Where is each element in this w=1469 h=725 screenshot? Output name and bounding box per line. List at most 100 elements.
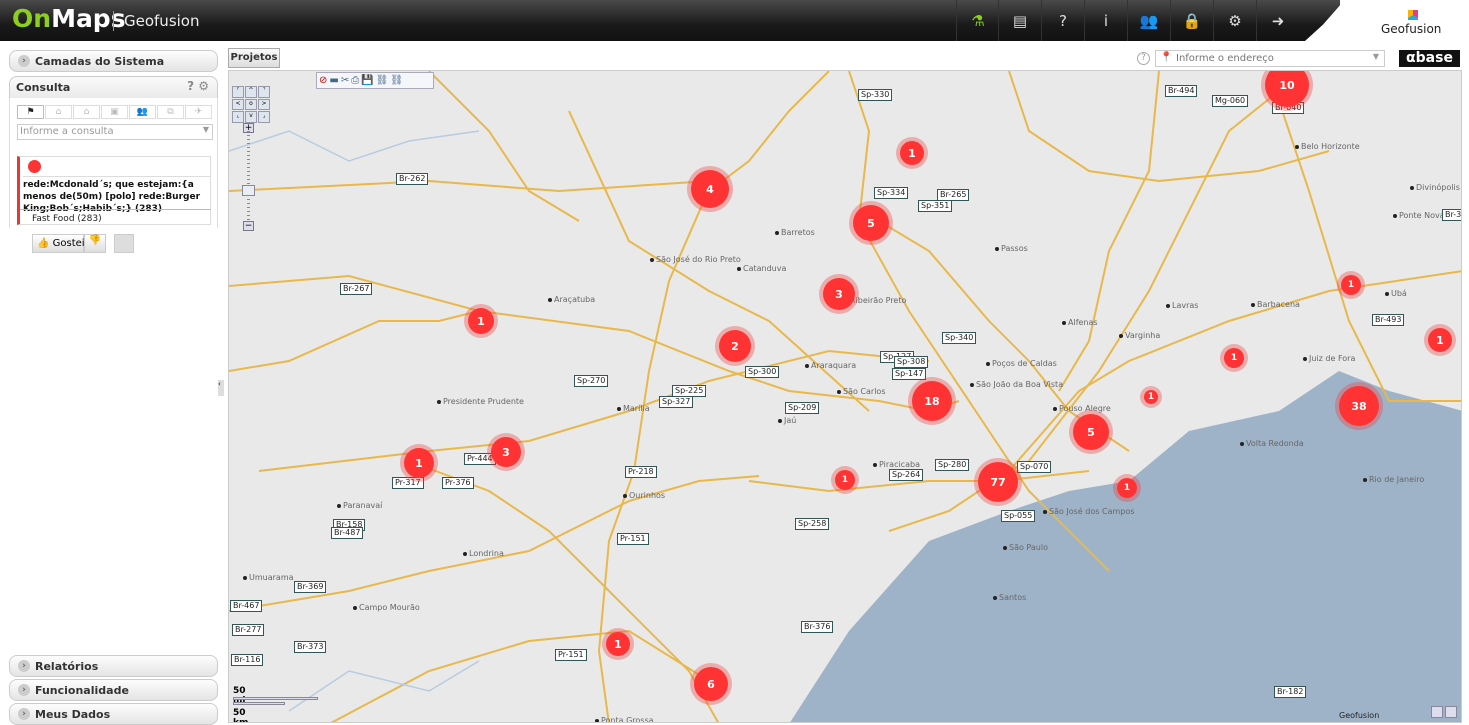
scale-km: 50 km xyxy=(233,708,249,723)
print-icon[interactable]: ⎙ xyxy=(351,75,359,86)
city-label: Umuarama xyxy=(243,573,294,582)
help-button[interactable]: ? xyxy=(1041,0,1084,41)
help-icon[interactable]: ? xyxy=(187,79,194,93)
road xyxy=(1058,71,1160,392)
cluster-marker[interactable]: 1 xyxy=(1224,348,1244,368)
camadas-do-sistema-panel[interactable]: › Camadas do Sistema xyxy=(9,50,218,72)
cluster-marker[interactable]: 2 xyxy=(719,330,751,362)
query-tab-house-icon[interactable]: ⌂ xyxy=(73,105,100,119)
city-label: Rio de Janeiro xyxy=(1362,475,1425,484)
zoom-box-icon[interactable]: ✂ xyxy=(341,75,349,86)
cluster-marker[interactable]: 5 xyxy=(853,205,889,241)
road-shield: Sp-340 xyxy=(942,332,977,344)
gear-icon[interactable]: ⚙ xyxy=(198,79,209,93)
road-shield: Sp-280 xyxy=(935,459,970,471)
funcionalidade-panel[interactable]: › Funcionalidade xyxy=(9,679,218,701)
pan-button[interactable]: ⌟ xyxy=(258,111,270,123)
consulta-title: Consulta xyxy=(16,81,71,94)
pan-button[interactable]: o xyxy=(245,98,257,111)
city-label: Passos xyxy=(995,244,1028,253)
query-tab-people-icon[interactable]: 👥 xyxy=(129,105,156,119)
river xyxy=(229,130,480,162)
info-button[interactable]: i xyxy=(1084,0,1127,41)
address-placeholder: Informe o endereço xyxy=(1176,53,1274,64)
query-tab-plane-icon[interactable]: ✈ xyxy=(185,105,212,119)
city-label: Ribeirão Preto xyxy=(843,296,907,305)
layer-switch-button[interactable] xyxy=(1431,706,1443,718)
cluster-marker[interactable]: 77 xyxy=(978,462,1018,502)
map-canvas[interactable]: Belo Horizonte Divinópolis Ponte Nova Barre… xyxy=(228,70,1462,723)
zoom-out-button[interactable]: − xyxy=(243,221,254,231)
link-icon[interactable]: ⛓ xyxy=(376,75,389,86)
query-tab-map-icon[interactable]: ⧉ xyxy=(157,105,184,119)
zoom-track[interactable] xyxy=(247,131,250,223)
users-button[interactable]: 👥 xyxy=(1127,0,1170,41)
measure-icon[interactable]: ▬ xyxy=(329,75,338,86)
collapse-sidebar-handle[interactable]: ‹ xyxy=(218,380,224,396)
pan-button[interactable]: > xyxy=(258,98,270,111)
cluster-marker[interactable]: 6 xyxy=(694,667,728,701)
map-background xyxy=(229,71,1461,722)
road-shield: Br-373 xyxy=(294,641,327,653)
query-result-card[interactable]: rede:Mcdonald´s; que estejam:{a menos de… xyxy=(17,156,211,225)
panel-label: Funcionalidade xyxy=(35,683,129,697)
query-tab-gift-icon[interactable]: ▣ xyxy=(101,105,128,119)
pan-button[interactable]: ^ xyxy=(245,86,257,98)
road-shield: Sp-300 xyxy=(745,366,780,378)
meus-dados-panel[interactable]: › Meus Dados xyxy=(9,703,218,725)
zoom-slider[interactable]: + − xyxy=(242,123,255,231)
save-icon[interactable]: 💾 xyxy=(361,75,373,86)
road-shield: Br-277 xyxy=(232,624,265,636)
cluster-marker[interactable]: 3 xyxy=(491,437,521,467)
unlink-icon[interactable]: ⛓ xyxy=(390,75,403,86)
pan-button[interactable]: ⌝ xyxy=(258,86,270,98)
logout-arrow-button[interactable]: ➜ xyxy=(1256,0,1299,41)
like-button[interactable]: 👍 Gostei xyxy=(32,234,85,253)
comment-button[interactable] xyxy=(114,234,134,253)
query-tab-home-icon[interactable]: ⌂ xyxy=(45,105,72,119)
query-tab-flag-icon[interactable]: ⚑ xyxy=(17,105,44,119)
city-label: Marília xyxy=(617,404,650,413)
cluster-marker[interactable]: 38 xyxy=(1339,386,1379,426)
cluster-marker[interactable]: 1 xyxy=(468,308,494,334)
cluster-marker[interactable]: 4 xyxy=(691,170,729,208)
cluster-marker[interactable]: 3 xyxy=(823,278,855,310)
thumbs-down-icon: 👎 xyxy=(88,235,102,246)
lock-button[interactable]: 🔒 xyxy=(1170,0,1213,41)
cluster-marker[interactable]: 1 xyxy=(1341,275,1361,295)
city-label: Volta Redonda xyxy=(1240,439,1304,448)
cluster-marker[interactable]: 1 xyxy=(1428,328,1452,352)
cluster-marker[interactable]: 1 xyxy=(835,470,855,490)
projetos-button[interactable]: Projetos xyxy=(228,48,280,68)
cluster-marker[interactable]: 1 xyxy=(606,632,630,656)
dislike-button[interactable]: 👎 xyxy=(84,234,106,253)
cluster-marker[interactable]: 1 xyxy=(404,448,434,478)
pan-button[interactable]: ⌜ xyxy=(232,86,244,98)
address-search-input[interactable]: 📍 Informe o endereço ▼ xyxy=(1155,50,1385,67)
category-fast-food[interactable]: Fast Food (283) xyxy=(20,209,211,224)
city-label: Araçatuba xyxy=(547,295,596,304)
pan-button[interactable]: < xyxy=(232,98,244,111)
road xyxy=(708,71,830,192)
road-shield: Sp-209 xyxy=(785,402,820,414)
cluster-marker[interactable]: 1 xyxy=(1144,390,1158,404)
cluster-marker[interactable]: 1 xyxy=(900,141,924,165)
relatorios-panel[interactable]: › Relatórios xyxy=(9,655,218,677)
road xyxy=(229,310,480,372)
flask-button[interactable]: ⚗ xyxy=(956,0,999,41)
cluster-marker[interactable]: 5 xyxy=(1073,414,1109,450)
pan-button[interactable]: ⌞ xyxy=(232,111,244,123)
zoom-handle[interactable] xyxy=(242,185,255,197)
cluster-marker[interactable]: 1 xyxy=(1117,478,1137,498)
river xyxy=(288,660,480,712)
pan-button[interactable]: v xyxy=(245,111,257,123)
cancel-icon[interactable]: ⊘ xyxy=(319,75,327,86)
consulta-input[interactable]: Informe a consulta ▼ xyxy=(17,124,213,140)
document-button[interactable]: ▤ xyxy=(998,0,1041,41)
overview-map-button[interactable] xyxy=(1445,706,1457,718)
help-icon[interactable]: ? xyxy=(1137,52,1150,65)
settings-button[interactable]: ⚙ xyxy=(1213,0,1256,41)
cluster-marker[interactable]: 18 xyxy=(912,381,952,421)
city-label: Ubá xyxy=(1385,289,1407,298)
city-label: São João da Boa Vista xyxy=(969,380,1064,389)
